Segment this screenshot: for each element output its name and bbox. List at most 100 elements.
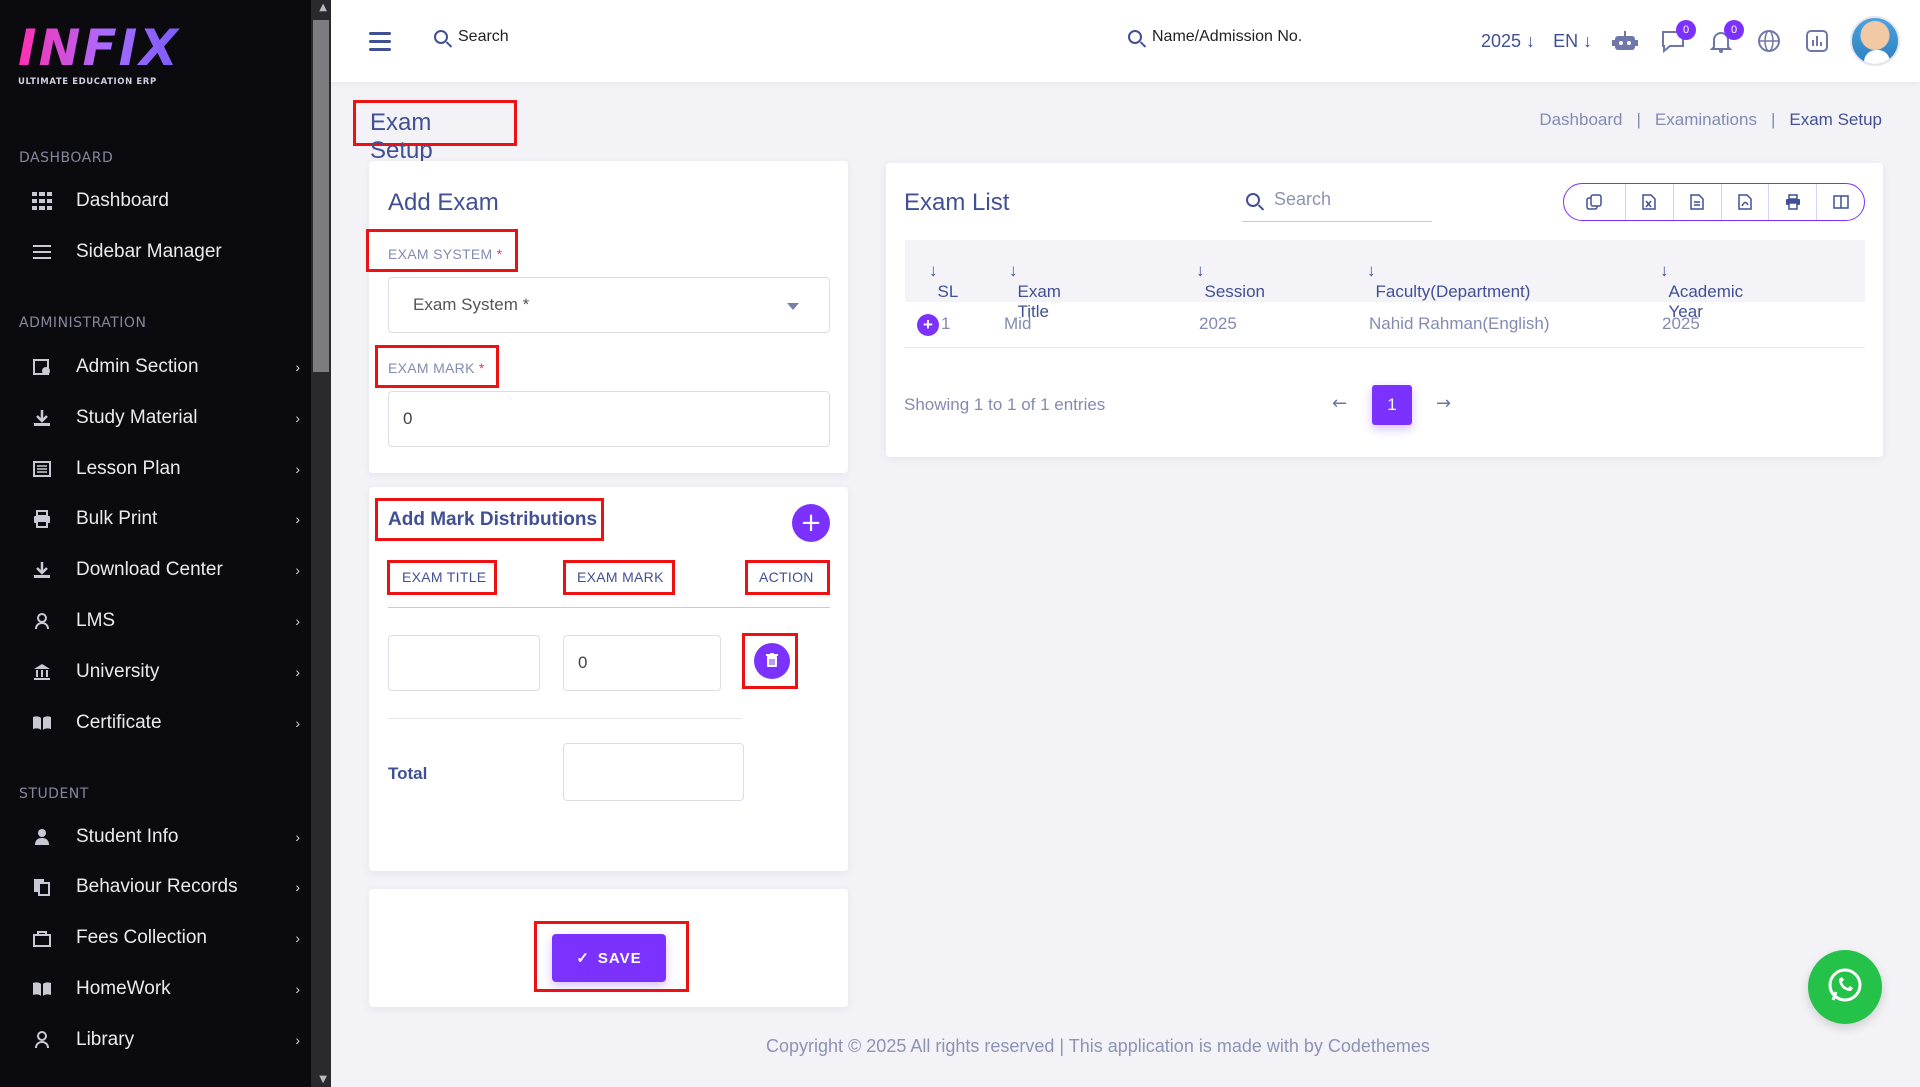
- pagination-page[interactable]: 1: [1372, 385, 1412, 425]
- sidebar-item-behaviour-records[interactable]: Behaviour Records ›: [30, 867, 300, 907]
- column-header-faculty[interactable]: ↓ Faculty(Department): [1367, 261, 1530, 301]
- sidebar-item-label: Fees Collection: [76, 927, 207, 948]
- chevron-right-icon: ›: [295, 664, 300, 680]
- sidebar-item-fees-collection[interactable]: Fees Collection ›: [30, 918, 300, 958]
- bell-icon[interactable]: 0: [1706, 20, 1745, 56]
- sidebar-item-label: HomeWork: [76, 978, 171, 999]
- sidebar-item-student-info[interactable]: Student Info ›: [30, 817, 300, 857]
- csv-icon[interactable]: [1674, 184, 1722, 220]
- column-header-session[interactable]: ↓ Session: [1196, 261, 1265, 301]
- sidebar-item-admin-section[interactable]: Admin Section ›: [30, 347, 300, 387]
- chevron-right-icon: ›: [295, 562, 300, 578]
- menu-search[interactable]: Search: [434, 28, 509, 46]
- delete-row-button[interactable]: [754, 643, 790, 679]
- globe-icon[interactable]: [1754, 26, 1784, 56]
- sidebar-item-bulk-print[interactable]: Bulk Print ›: [30, 499, 300, 539]
- scroll-down-icon[interactable]: ▼: [319, 1074, 327, 1085]
- scrollbar-thumb[interactable]: [313, 20, 329, 372]
- search-icon: [434, 30, 448, 44]
- column-header-sl[interactable]: ↓ SL: [929, 261, 958, 301]
- required-marker: *: [478, 360, 485, 376]
- columns-icon[interactable]: [1817, 184, 1864, 220]
- add-exam-title: Add Exam: [388, 189, 499, 216]
- expand-row-icon[interactable]: +: [917, 314, 939, 336]
- exam-list-search-placeholder: Search: [1274, 189, 1332, 209]
- arrow-down-icon: ↓: [1583, 30, 1593, 51]
- chevron-right-icon: ›: [295, 613, 300, 629]
- column-header-academic-year[interactable]: ↓ Academic Year: [1660, 261, 1743, 321]
- sidebar-item-certificate[interactable]: Certificate ›: [30, 703, 300, 743]
- copy-icon[interactable]: [1564, 184, 1626, 220]
- logo-tagline: ULTIMATE EDUCATION ERP: [18, 77, 157, 87]
- breadcrumb-separator: |: [1770, 110, 1776, 129]
- table-row[interactable]: + 1 Mid 2025 Nahid Rahman(English) 2025: [905, 302, 1865, 348]
- library-icon: [30, 1029, 54, 1051]
- mark-title-input[interactable]: [388, 635, 540, 691]
- exam-list-search[interactable]: Search: [1242, 178, 1432, 222]
- sidebar-item-label: Study Material: [76, 407, 198, 428]
- scroll-up-icon[interactable]: ▲: [319, 2, 327, 13]
- book-icon: [30, 712, 54, 734]
- pagination-previous-icon[interactable]: ←: [1332, 393, 1347, 414]
- exam-mark-label-text: EXAM MARK: [388, 360, 475, 376]
- pagination-next-icon[interactable]: →: [1436, 393, 1451, 414]
- add-row-button[interactable]: +: [792, 504, 830, 542]
- sidebar-item-label: Sidebar Manager: [76, 241, 222, 262]
- chevron-right-icon: ›: [295, 879, 300, 895]
- chevron-right-icon: ›: [295, 930, 300, 946]
- column-header-exam-title[interactable]: ↓ Exam Title: [1009, 261, 1061, 321]
- student-search[interactable]: Name/Admission No.: [1128, 28, 1302, 46]
- logo[interactable]: INFIX ULTIMATE EDUCATION ERP: [18, 22, 180, 87]
- sidebar-item-homework[interactable]: HomeWork ›: [30, 969, 300, 1009]
- sidebar-item-university[interactable]: University ›: [30, 652, 300, 692]
- exam-list-table-header: ↓ SL ↓ Exam Title ↓ Session ↓ Faculty(Dep…: [905, 240, 1865, 321]
- column-header-session-label: Session: [1204, 282, 1265, 301]
- header-divider: [388, 607, 830, 608]
- chat-badge: 0: [1676, 20, 1697, 40]
- language-selector[interactable]: EN ↓: [1553, 31, 1592, 52]
- sidebar-item-lesson-plan[interactable]: Lesson Plan ›: [30, 449, 300, 489]
- cell-sl: 1: [941, 314, 951, 333]
- exam-mark-input[interactable]: 0: [388, 391, 830, 447]
- breadcrumb-dashboard[interactable]: Dashboard: [1539, 110, 1622, 129]
- year-selector[interactable]: 2025 ↓: [1481, 31, 1535, 52]
- column-header-faculty-label: Faculty(Department): [1375, 282, 1531, 301]
- section-title-dashboard: DASHBOARD: [19, 150, 114, 166]
- chevron-right-icon: ›: [295, 511, 300, 527]
- total-label: Total: [388, 764, 428, 783]
- pdf-icon[interactable]: [1722, 184, 1770, 220]
- sidebar-item-lms[interactable]: LMS ›: [30, 601, 300, 641]
- exam-system-select[interactable]: Exam System *: [388, 277, 830, 333]
- breadcrumb-examinations[interactable]: Examinations: [1655, 110, 1757, 129]
- sidebar-item-label: Certificate: [76, 712, 162, 733]
- report-chart-icon[interactable]: [1802, 26, 1832, 56]
- mark-value-input[interactable]: 0: [563, 635, 721, 691]
- hamburger-menu-icon[interactable]: [369, 32, 391, 56]
- exam-list-title: Exam List: [904, 189, 1010, 216]
- book-icon: [30, 978, 54, 1000]
- trash-icon: [766, 652, 778, 671]
- print-icon[interactable]: [1769, 184, 1818, 220]
- exam-title-header: EXAM TITLE: [402, 569, 487, 585]
- sidebar-item-label: LMS: [76, 610, 116, 631]
- sidebar-item-sidebar-manager[interactable]: Sidebar Manager: [30, 232, 300, 272]
- user-avatar[interactable]: [1850, 16, 1901, 66]
- chat-icon[interactable]: 0: [1658, 20, 1697, 56]
- breadcrumb-current: Exam Setup: [1789, 110, 1882, 129]
- robot-icon[interactable]: [1610, 26, 1640, 56]
- sidebar-item-dashboard[interactable]: Dashboard: [30, 181, 300, 221]
- sidebar-item-study-material[interactable]: Study Material ›: [30, 398, 300, 438]
- sidebar-item-label: Admin Section: [76, 356, 199, 377]
- sidebar-item-label: Library: [76, 1029, 135, 1050]
- whatsapp-chat-button[interactable]: [1808, 950, 1882, 1024]
- sidebar-scrollbar[interactable]: ▲ ▼: [311, 0, 331, 1087]
- notification-badge: 0: [1724, 20, 1745, 40]
- search-icon: [1128, 30, 1142, 44]
- excel-icon[interactable]: [1626, 184, 1674, 220]
- save-button[interactable]: ✓ SAVE: [552, 934, 666, 982]
- sidebar-item-library[interactable]: Library ›: [30, 1020, 300, 1060]
- total-input[interactable]: [563, 743, 744, 801]
- top-header: Search Name/Admission No. 2025 ↓ EN ↓ 0 …: [331, 0, 1920, 82]
- section-title-student: STUDENT: [19, 786, 89, 802]
- sidebar-item-download-center[interactable]: Download Center ›: [30, 550, 300, 590]
